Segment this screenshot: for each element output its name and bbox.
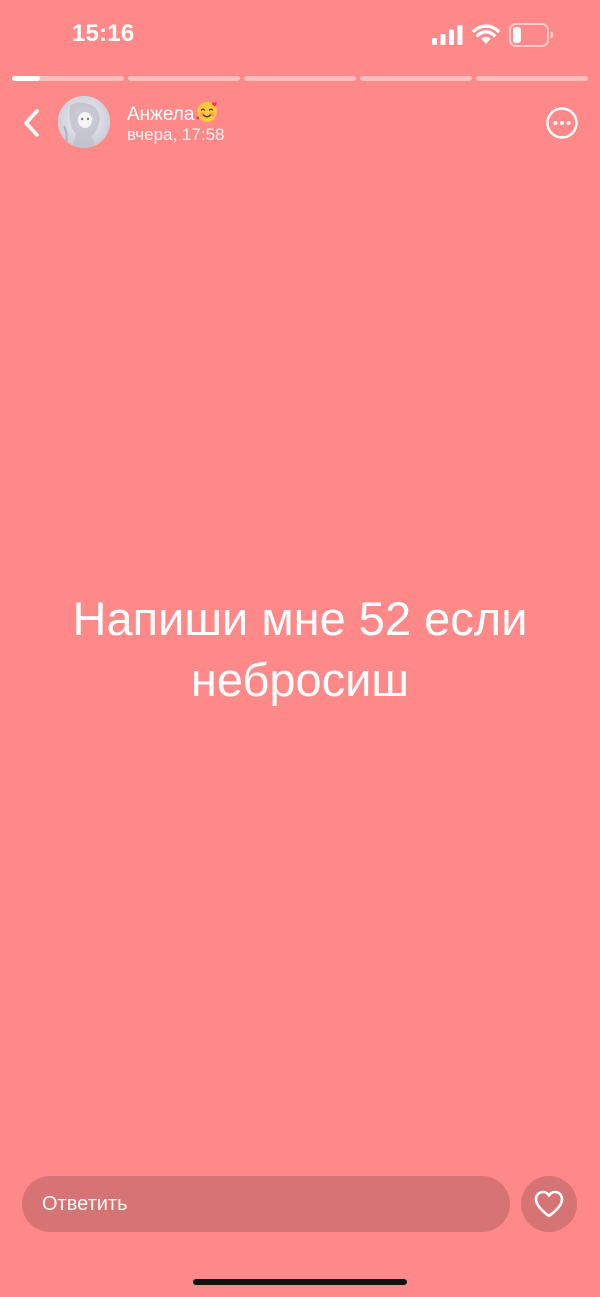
- wifi-icon: [472, 24, 500, 44]
- reply-input[interactable]: Ответить: [22, 1176, 510, 1232]
- story-progress-segment: [12, 76, 124, 81]
- avatar-image: [58, 96, 110, 148]
- more-icon: [546, 107, 578, 139]
- more-button[interactable]: [545, 106, 579, 140]
- back-button[interactable]: [14, 104, 48, 142]
- home-indicator: [193, 1279, 407, 1285]
- story-author[interactable]: Анжела: [127, 100, 219, 126]
- story-text: Напиши мне 52 если небросиш: [72, 592, 528, 706]
- battery-icon: [509, 23, 554, 47]
- story-progress-segment: [244, 76, 356, 81]
- avatar[interactable]: [58, 96, 110, 148]
- status-time: 15:16: [72, 20, 135, 47]
- chevron-left-icon: [24, 109, 39, 137]
- battery-level-fill: [513, 27, 521, 43]
- story-progress-bar: [12, 76, 588, 81]
- smiling-face-with-hearts-icon: [196, 102, 218, 122]
- like-button[interactable]: [521, 1176, 577, 1232]
- story-progress-fill: [12, 76, 40, 81]
- story-progress-segment: [476, 76, 588, 81]
- story-progress-segment: [128, 76, 240, 81]
- heart-icon: [534, 1190, 564, 1218]
- reply-placeholder: Ответить: [42, 1192, 128, 1215]
- author-name: Анжела: [127, 104, 195, 125]
- signal-icon: [432, 25, 463, 45]
- status-bar: 15:16: [0, 0, 600, 70]
- post-time: вчера, 17:58: [127, 125, 225, 144]
- story-progress-segment: [360, 76, 472, 81]
